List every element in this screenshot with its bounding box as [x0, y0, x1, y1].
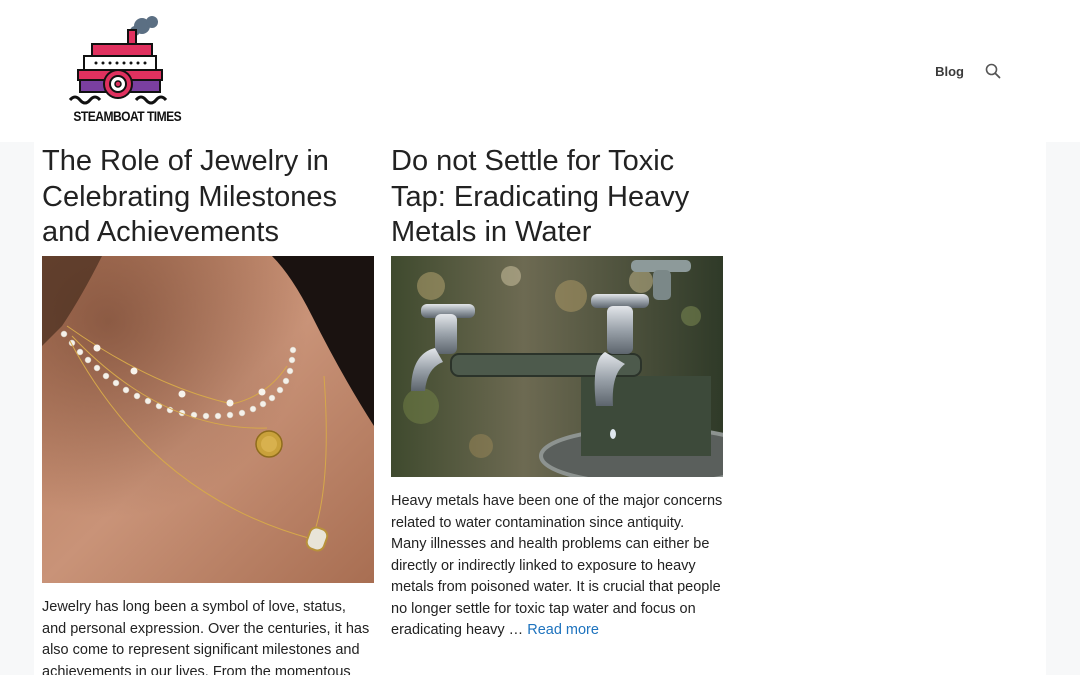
main-navigation: Blog: [935, 60, 1002, 82]
post-card: Do not Settle for Toxic Tap: Eradicating…: [391, 142, 723, 642]
post-excerpt-text: Heavy metals have been one of the major …: [391, 493, 723, 638]
post-excerpt: Jewelry has long been a symbol of love, …: [42, 599, 370, 675]
site-logo[interactable]: STEAMBOAT TIMES: [66, 14, 182, 128]
search-button[interactable]: [984, 62, 1002, 80]
post-featured-image[interactable]: [391, 256, 723, 477]
jewelry-image: [42, 256, 374, 583]
post-featured-image[interactable]: [42, 256, 374, 583]
post-title-link[interactable]: Do not Settle for Toxic Tap: Eradicating…: [391, 142, 723, 256]
search-icon: [985, 63, 1001, 79]
site-header: STEAMBOAT TIMES Blog: [0, 0, 1080, 142]
post-excerpt: Heavy metals have been one of the major …: [391, 491, 723, 642]
site-logo-text: STEAMBOAT TIMES: [73, 108, 182, 124]
post-list: The Role of Jewelry in Celebrating Miles…: [34, 142, 1046, 675]
nav-blog-link[interactable]: Blog: [935, 64, 964, 79]
post-title-link[interactable]: The Role of Jewelry in Celebrating Miles…: [42, 142, 374, 256]
steamboat-icon: [68, 16, 168, 105]
post-card: The Role of Jewelry in Celebrating Miles…: [42, 142, 374, 675]
read-more-link[interactable]: Read more: [527, 622, 599, 638]
water-tap-image: [391, 256, 723, 477]
